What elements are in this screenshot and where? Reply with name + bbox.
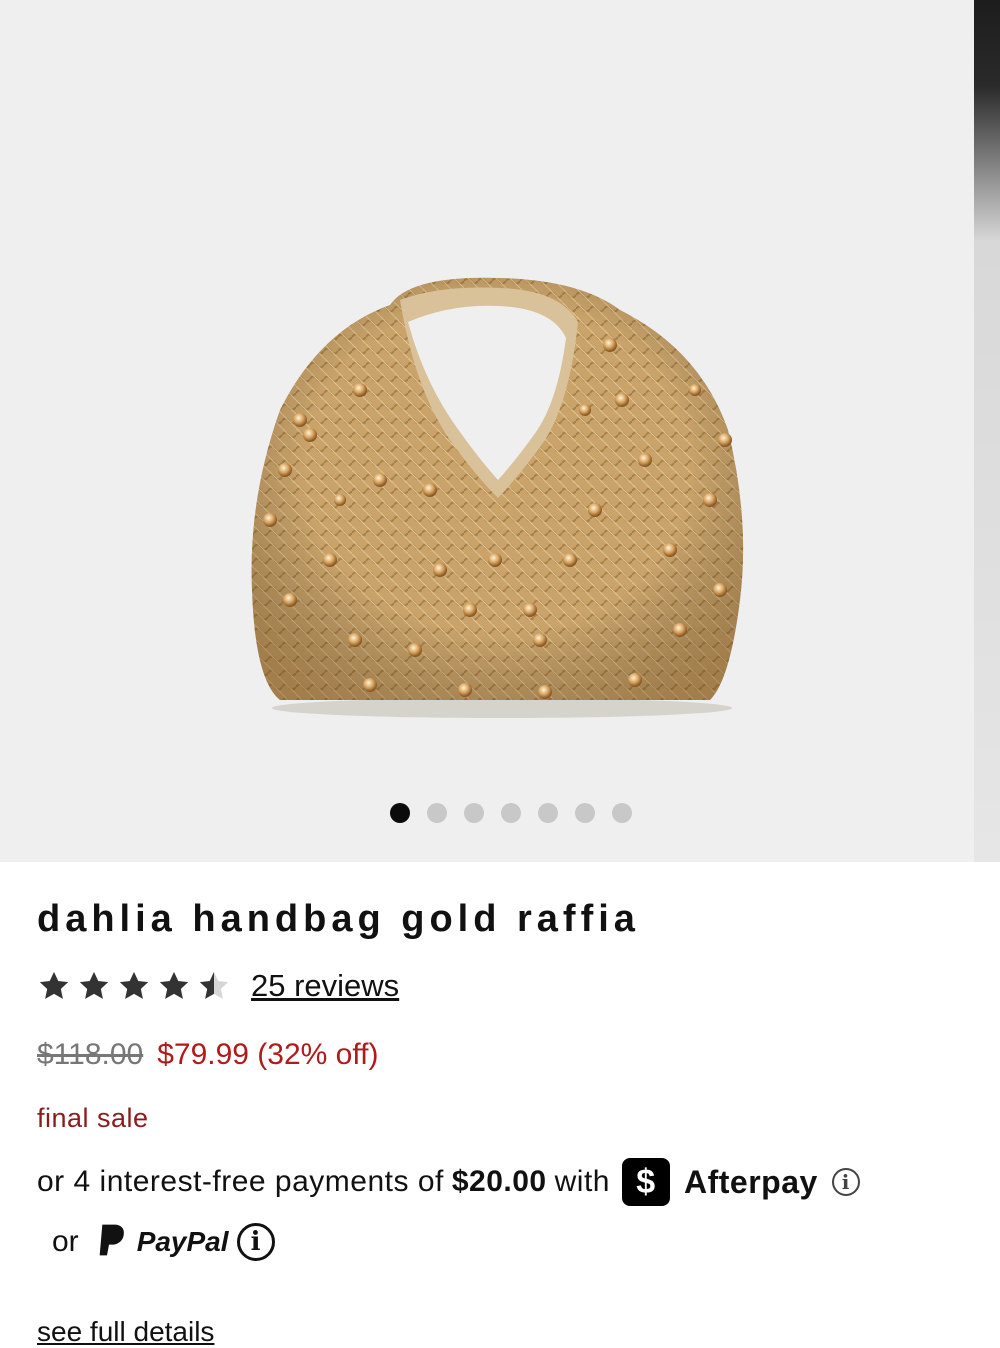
gallery-slide-main[interactable] [0,0,971,862]
sale-price: $79.99 (32% off) [157,1038,379,1071]
afterpay-with: with [554,1165,610,1198]
gallery-slide-next-peek[interactable] [974,0,1000,862]
reviews-link[interactable]: 25 reviews [251,968,399,1004]
original-price: $118.00 [37,1038,144,1071]
cash-app-icon: $ [621,1158,670,1206]
gallery-pagination [390,803,632,823]
star-icon [119,971,149,999]
afterpay-logo: Afterpay [683,1163,818,1200]
star-icon [159,971,189,999]
gallery-dot-7[interactable] [612,803,632,823]
price-row: $118.00 $79.99 (32% off) [37,1038,378,1072]
afterpay-row: or 4 interest-free payments of $20.00 wi… [37,1158,860,1206]
see-full-details-link[interactable]: see full details [37,1316,214,1348]
half-star-icon [199,971,229,999]
paypal-info-icon[interactable]: i [236,1223,275,1261]
final-sale-label: final sale [37,1103,149,1133]
paypal-logo: PayPal [136,1226,229,1257]
rating-row: 25 reviews [37,968,399,1004]
paypal-icon [99,1224,124,1256]
product-gallery[interactable] [0,0,1000,862]
gallery-dot-2[interactable] [427,803,447,823]
afterpay-prefix: or 4 interest-free payments of [37,1165,444,1198]
gallery-dot-6[interactable] [575,803,595,823]
gallery-dot-4[interactable] [501,803,521,823]
product-image [251,277,744,718]
star-icon [39,971,69,999]
star-icon [79,971,109,999]
paypal-row: or PayPal i [52,1222,275,1262]
gallery-dot-1[interactable] [390,803,410,823]
gallery-dot-3[interactable] [464,803,484,823]
product-title: dahlia handbag gold raffia [37,898,640,940]
afterpay-info-icon[interactable]: i [831,1168,860,1196]
gallery-dot-5[interactable] [538,803,558,823]
paypal-or: or [52,1225,79,1258]
star-rating [37,969,231,1003]
afterpay-amount: $20.00 [451,1165,547,1198]
